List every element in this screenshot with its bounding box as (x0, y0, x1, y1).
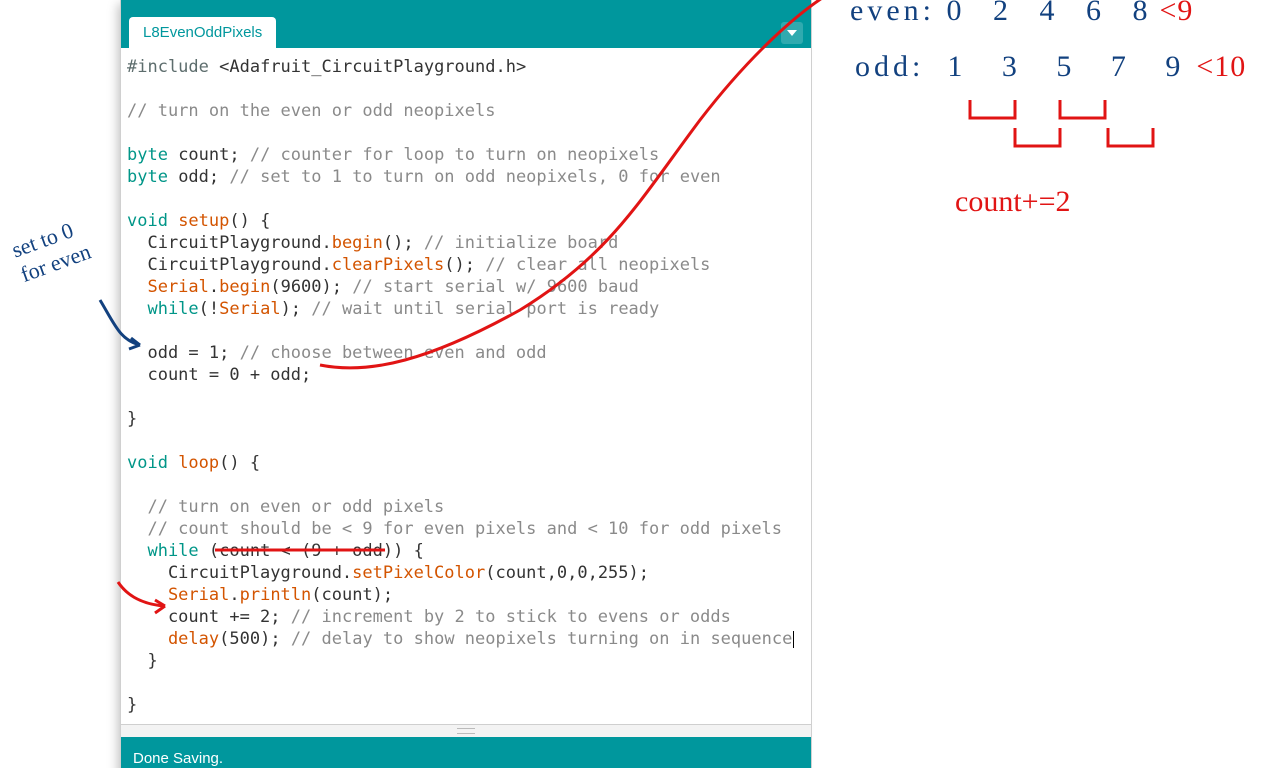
code-token: ( (270, 277, 280, 297)
code-comment: // set to 1 to turn on odd neopixels, 0 … (229, 167, 720, 187)
code-comment: // counter for loop to turn on neopixels (250, 145, 659, 165)
code-token: odd = 1; (127, 343, 240, 363)
code-token: ); (281, 299, 312, 319)
code-token: (count < (9 + odd)) { (199, 541, 424, 561)
annotation-set-to-zero: set to 0 for even (8, 214, 94, 288)
code-comment: // count should be < 9 for even pixels a… (127, 519, 782, 539)
code-token: <Adafruit_CircuitPlayground.h> (219, 57, 526, 77)
code-token: Serial (127, 585, 229, 605)
code-token: CircuitPlayground. (127, 255, 332, 275)
code-token: loop (168, 453, 219, 473)
annotation-text: even: (850, 0, 935, 27)
code-token: CircuitPlayground. (127, 233, 332, 253)
code-token: byte (127, 145, 168, 165)
code-token: setup (168, 211, 229, 231)
annotation-even-row: even: 0 2 4 6 8<9 (850, 0, 1193, 28)
code-editor[interactable]: #include <Adafruit_CircuitPlayground.h> … (121, 48, 811, 724)
code-token: while (127, 541, 199, 561)
code-token: 9600 (281, 277, 322, 297)
code-comment: // initialize board (424, 233, 618, 253)
annotation-text: odd: (855, 50, 924, 83)
code-token: . (229, 585, 239, 605)
arduino-ide-window: L8EvenOddPixels #include <Adafruit_Circu… (120, 0, 812, 768)
code-token: begin (332, 233, 383, 253)
code-comment: // increment by 2 to stick to evens or o… (291, 607, 731, 627)
annotation-odd-row: odd: 1 3 5 7 9<10 (855, 50, 1246, 84)
annotation-text: <9 (1159, 0, 1193, 27)
code-token: } (127, 695, 137, 715)
annotation-text: <10 (1196, 50, 1246, 83)
chevron-down-icon (787, 30, 797, 36)
code-token: void (127, 211, 168, 231)
code-token: } (127, 651, 158, 671)
code-token: (); (383, 233, 424, 253)
code-token: delay (127, 629, 219, 649)
code-token: clearPixels (332, 255, 445, 275)
tab-menu-button[interactable] (781, 22, 803, 44)
code-token: count += 2; (127, 607, 291, 627)
code-token: byte (127, 167, 168, 187)
code-comment: // choose between even and odd (240, 343, 547, 363)
code-token: count; (168, 145, 250, 165)
code-token: 500 (229, 629, 260, 649)
code-token: void (127, 453, 168, 473)
code-token: setPixelColor (352, 563, 485, 583)
code-token: ); (322, 277, 353, 297)
code-comment: // clear all neopixels (485, 255, 710, 275)
text-cursor (793, 631, 794, 648)
status-bar: Done Saving. (121, 737, 811, 768)
code-token: odd; (168, 167, 229, 187)
code-token: . (209, 277, 219, 297)
annotation-text: 0 2 4 6 8 (946, 0, 1159, 27)
annotation-count-plus-two: count+=2 (955, 185, 1071, 219)
code-token: ( (219, 629, 229, 649)
code-token: println (240, 585, 312, 605)
panel-resize-grip[interactable] (121, 724, 811, 737)
code-comment: // delay to show neopixels turning on in… (291, 629, 793, 649)
code-token: Serial (219, 299, 280, 319)
code-token: (! (199, 299, 219, 319)
code-token: ); (260, 629, 291, 649)
code-token: CircuitPlayground. (127, 563, 352, 583)
sketch-tab[interactable]: L8EvenOddPixels (129, 17, 276, 48)
code-token: (count); (311, 585, 393, 605)
code-token: begin (219, 277, 270, 297)
code-token: (); (444, 255, 485, 275)
code-token: #include (127, 57, 209, 77)
code-token: () { (229, 211, 270, 231)
code-comment: // turn on the even or odd neopixels (127, 101, 495, 121)
code-comment: // start serial w/ 9600 baud (352, 277, 639, 297)
code-comment: // wait until serial port is ready (311, 299, 659, 319)
code-token: count = 0 + odd; (127, 365, 311, 385)
code-token: Serial (127, 277, 209, 297)
code-token: while (127, 299, 199, 319)
code-token: () { (219, 453, 260, 473)
ide-toolbar-strip (121, 0, 811, 14)
code-token: (count,0,0,255); (485, 563, 649, 583)
annotation-text: 1 3 5 7 9 (947, 50, 1196, 83)
tab-bar: L8EvenOddPixels (121, 14, 811, 48)
code-comment: // turn on even or odd pixels (127, 497, 444, 517)
code-token: } (127, 409, 137, 429)
